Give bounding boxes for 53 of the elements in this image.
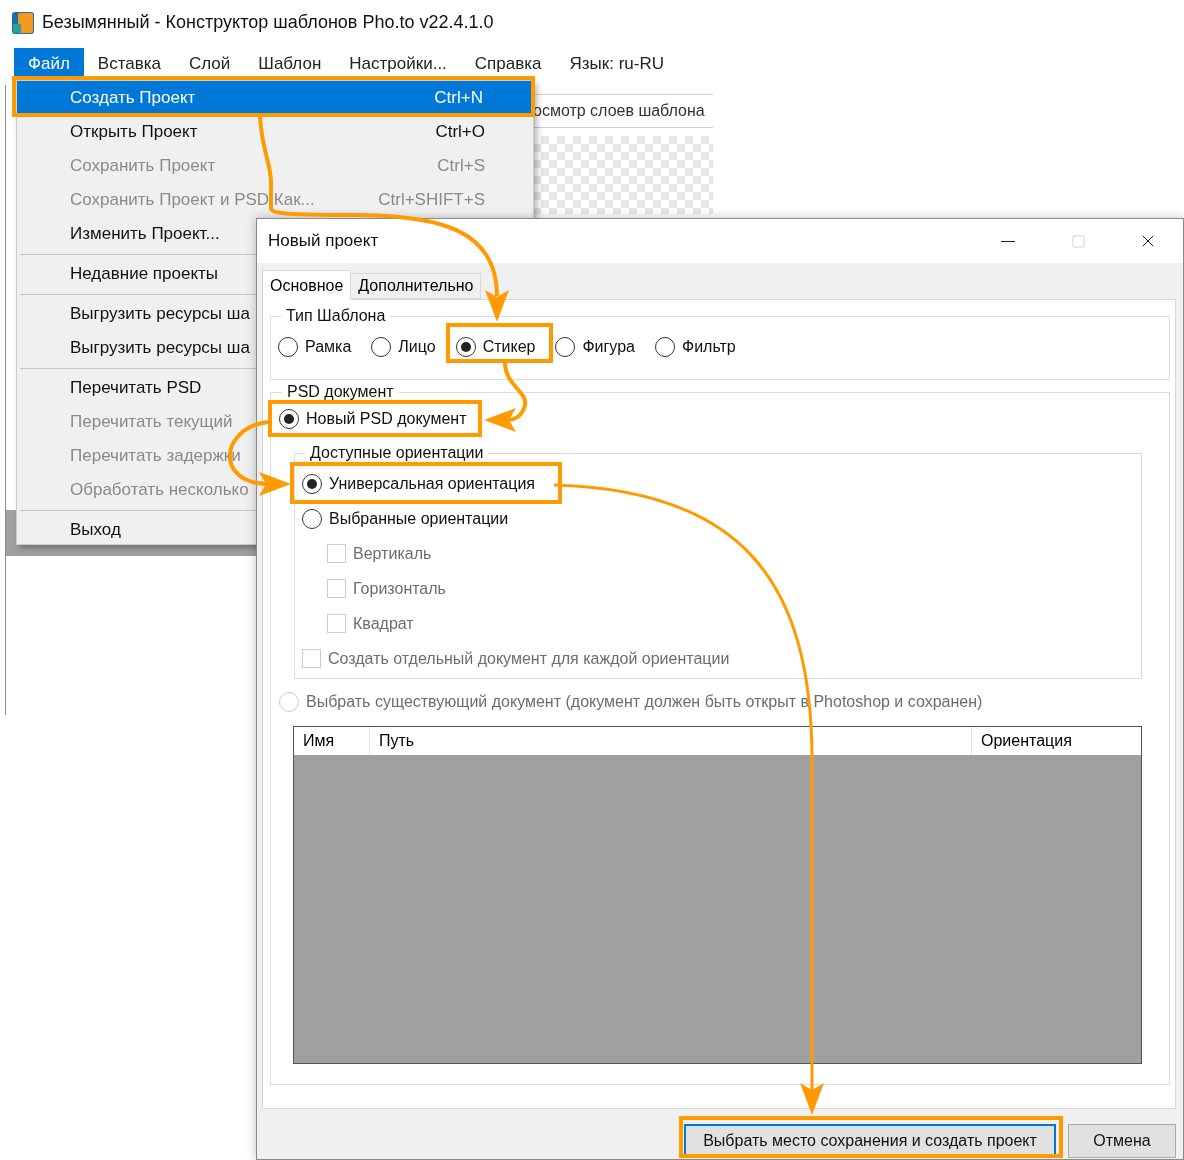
option-label: Фигура [582, 337, 635, 357]
radio-button[interactable] [655, 337, 675, 357]
app-icon [12, 11, 34, 34]
menu-bar-item[interactable]: Слой [175, 48, 245, 80]
option-label: Рамка [305, 337, 352, 357]
option-label: Фильтр [682, 337, 736, 357]
menu-item[interactable]: Изменить Проект... [70, 221, 220, 247]
column-header[interactable]: Ориентация [972, 727, 1141, 755]
menu-item[interactable]: Недавние проекты [70, 261, 219, 287]
option-label: Создать отдельный документ для каждой ориентации [328, 648, 730, 669]
menu-item[interactable]: Выгрузить ресурсы ша [70, 335, 250, 361]
menu-item[interactable]: Создать Проект [70, 85, 196, 111]
window-title: Безымянный - Конструктор шаблонов Pho.to v22.4.1.0 [42, 11, 494, 34]
minimize-icon [1001, 240, 1015, 242]
menu-bar-item[interactable]: Настройки... [335, 48, 461, 80]
group-title: PSD документ [286, 382, 395, 402]
menu-bar-item[interactable]: Вставка [83, 48, 175, 80]
group-title: Тип Шаблона [285, 306, 387, 326]
tab[interactable]: Дополнительно [351, 273, 482, 299]
menu-item[interactable]: Перечитать PSD [70, 375, 202, 401]
shortcut-label: Ctrl+O [435, 121, 485, 144]
option-label: Стикер [482, 337, 536, 357]
menu-bar-item[interactable]: Язык: ru-RU [555, 48, 679, 80]
shortcut-label: Ctrl+N [434, 87, 483, 110]
menu-item[interactable]: Выгрузить ресурсы ша [70, 301, 250, 327]
layers-preview-tab[interactable]: осмотр слоев шаблона [533, 94, 713, 128]
radio-button[interactable] [371, 337, 392, 357]
radio-button[interactable] [455, 337, 476, 357]
menu-item[interactable]: Открыть Проект [70, 119, 198, 145]
radio-button[interactable] [279, 409, 299, 429]
radio-button[interactable] [302, 473, 322, 494]
group-title: Доступные ориентации [309, 443, 485, 463]
tab[interactable]: Основное [262, 270, 352, 300]
option-label: Выбрать существующий документ (документ должен быть открыт в Photoshop и сохранен) [306, 692, 983, 712]
maximize-icon [1070, 233, 1086, 249]
shortcut-label: Ctrl+S [437, 155, 485, 178]
radio-button[interactable] [278, 337, 298, 357]
dialog-title: Новый проект [268, 230, 379, 253]
option-label: Выбранные ориентации [329, 508, 509, 529]
cancel-button[interactable]: Отмена [1068, 1124, 1176, 1158]
option-label: Квадрат [353, 613, 414, 634]
menu-item[interactable]: Выход [70, 517, 121, 543]
shortcut-label: Ctrl+SHIFT+S [378, 189, 485, 212]
option-label: Лицо [398, 337, 436, 357]
curved-arrow [484, 362, 528, 432]
menu-bar-item[interactable]: Шаблон [244, 48, 336, 80]
radio-button[interactable] [555, 337, 576, 357]
radio-button[interactable] [302, 508, 322, 529]
menu-bar-item[interactable]: Справка [460, 48, 556, 80]
option-label: Вертикаль [353, 543, 432, 564]
option-label: Новый PSD документ [306, 409, 467, 429]
option-label: Горизонталь [353, 578, 446, 599]
option-label: Универсальная ориентация [329, 473, 536, 494]
